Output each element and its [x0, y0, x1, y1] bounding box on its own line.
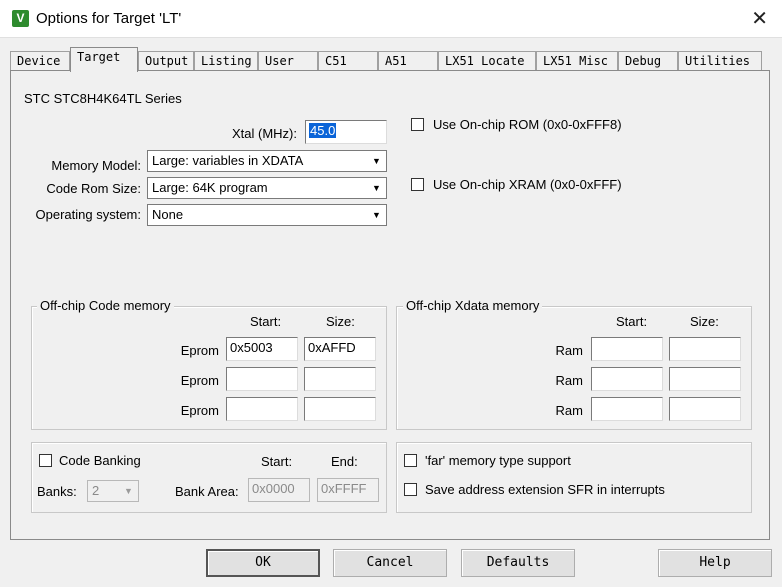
banks-label: Banks:	[37, 484, 77, 499]
bank-start-header: Start:	[261, 454, 293, 469]
eprom-size-input-3[interactable]	[304, 397, 376, 421]
memory-model-select[interactable]: Large: variables in XDATA ▼	[147, 150, 387, 172]
use-onchip-rom-label: Use On-chip ROM (0x0-0xFFF8)	[433, 117, 622, 132]
bank-area-start-input[interactable]: 0x0000	[248, 478, 310, 502]
code-memory-title: Off-chip Code memory	[37, 298, 174, 313]
chevron-down-icon: ▼	[372, 210, 381, 220]
ram-label: Ram	[555, 373, 583, 388]
eprom-size-input-1[interactable]: 0xAFFD	[304, 337, 376, 361]
chevron-down-icon: ▼	[372, 183, 381, 193]
eprom-start-input-2[interactable]	[226, 367, 298, 391]
bank-area-end-input[interactable]: 0xFFFF	[317, 478, 379, 502]
bank-area-label: Bank Area:	[175, 484, 239, 499]
far-memory-label: 'far' memory type support	[425, 453, 571, 468]
xtal-label: Xtal (MHz):	[232, 126, 297, 141]
code-rom-size-select[interactable]: Large: 64K program ▼	[147, 177, 387, 199]
title-bar: V Options for Target 'LT' ✕	[0, 0, 782, 38]
far-memory-checkbox[interactable]	[404, 454, 417, 467]
xdata-size-header: Size:	[690, 314, 719, 329]
tab-output[interactable]: Output	[138, 51, 194, 71]
xdata-start-header: Start:	[616, 314, 648, 329]
use-onchip-xram-checkbox[interactable]	[411, 178, 424, 191]
code-banking-label: Code Banking	[59, 453, 141, 468]
ram-size-input-1[interactable]	[669, 337, 741, 361]
window-title: Options for Target 'LT'	[36, 10, 182, 27]
banks-select[interactable]: 2 ▼	[87, 480, 139, 502]
save-sfr-checkbox[interactable]	[404, 483, 417, 496]
bank-end-header: End:	[331, 454, 358, 469]
code-start-header: Start:	[250, 314, 282, 329]
ram-size-input-3[interactable]	[669, 397, 741, 421]
target-panel: STC STC8H4K64TL Series Xtal (MHz): 45.0 …	[10, 70, 770, 540]
tab-strip: Device Target Output Listing User C51 A5…	[10, 47, 762, 72]
tab-a51[interactable]: A51	[378, 51, 438, 71]
ram-start-input-3[interactable]	[591, 397, 663, 421]
chevron-down-icon: ▼	[124, 486, 133, 496]
help-button[interactable]: Help	[658, 549, 772, 577]
use-onchip-rom-checkbox[interactable]	[411, 118, 424, 131]
operating-system-select[interactable]: None ▼	[147, 204, 387, 226]
xtal-input[interactable]: 45.0	[305, 120, 387, 144]
tab-lx51-misc[interactable]: LX51 Misc	[536, 51, 618, 71]
keil-app-icon: V	[12, 10, 29, 27]
memory-model-label: Memory Model:	[51, 158, 141, 173]
tab-device[interactable]: Device	[10, 51, 70, 71]
eprom-start-input-3[interactable]	[226, 397, 298, 421]
eprom-label: Eprom	[180, 373, 219, 388]
eprom-start-input-1[interactable]: 0x5003	[226, 337, 298, 361]
eprom-size-input-2[interactable]	[304, 367, 376, 391]
eprom-label: Eprom	[180, 343, 219, 358]
ram-size-input-2[interactable]	[669, 367, 741, 391]
ok-button[interactable]: OK	[206, 549, 320, 577]
use-onchip-xram-label: Use On-chip XRAM (0x0-0xFFF)	[433, 177, 622, 192]
cancel-button[interactable]: Cancel	[333, 549, 447, 577]
tab-c51[interactable]: C51	[318, 51, 378, 71]
defaults-button[interactable]: Defaults	[461, 549, 575, 577]
ram-label: Ram	[555, 343, 583, 358]
tab-target[interactable]: Target	[70, 47, 138, 72]
xdata-memory-title: Off-chip Xdata memory	[403, 298, 543, 313]
ram-start-input-1[interactable]	[591, 337, 663, 361]
eprom-label: Eprom	[180, 403, 219, 418]
code-banking-checkbox[interactable]	[39, 454, 52, 467]
tab-utilities[interactable]: Utilities	[678, 51, 762, 71]
ram-label: Ram	[555, 403, 583, 418]
save-sfr-label: Save address extension SFR in interrupts	[425, 482, 665, 497]
device-name: STC STC8H4K64TL Series	[24, 91, 182, 106]
ram-start-input-2[interactable]	[591, 367, 663, 391]
tab-lx51-locate[interactable]: LX51 Locate	[438, 51, 536, 71]
code-size-header: Size:	[326, 314, 355, 329]
tab-user[interactable]: User	[258, 51, 318, 71]
operating-system-label: Operating system:	[35, 207, 142, 222]
tab-debug[interactable]: Debug	[618, 51, 678, 71]
code-rom-size-label: Code Rom Size:	[46, 181, 141, 196]
close-icon[interactable]: ✕	[751, 6, 768, 31]
chevron-down-icon: ▼	[372, 156, 381, 166]
tab-listing[interactable]: Listing	[194, 51, 258, 71]
